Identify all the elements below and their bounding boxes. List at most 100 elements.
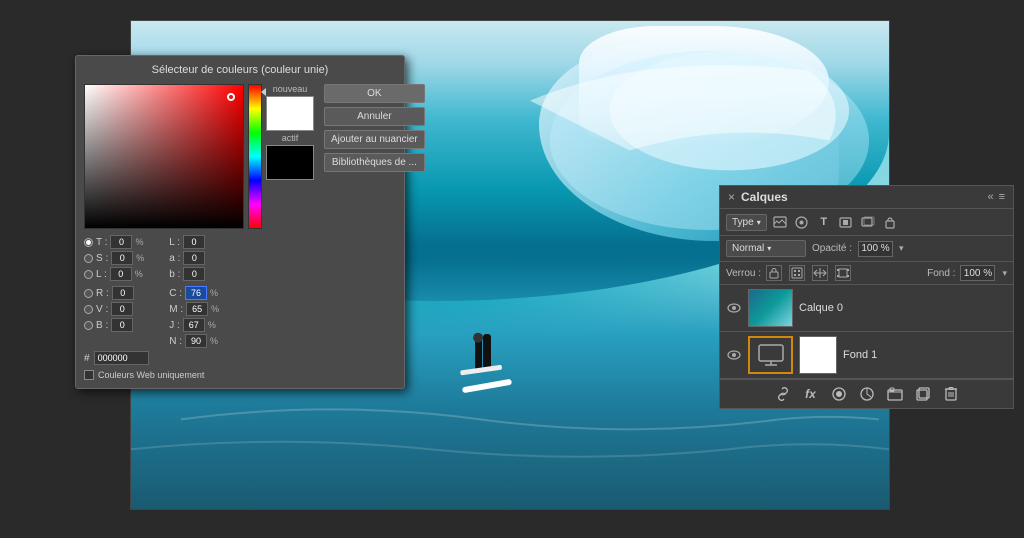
layer-name-fond1: Fond 1 bbox=[843, 349, 877, 361]
web-colors-checkbox[interactable] bbox=[84, 370, 94, 380]
T-label: T : bbox=[96, 237, 107, 248]
collapse-icon[interactable]: « bbox=[987, 191, 993, 203]
layer-icon-smart[interactable] bbox=[859, 213, 877, 231]
web-colors-label: Couleurs Web uniquement bbox=[98, 370, 204, 380]
radio-V[interactable] bbox=[84, 305, 93, 314]
opacity-chevron-icon[interactable]: ▾ bbox=[899, 243, 904, 254]
layers-close-button[interactable]: × bbox=[728, 190, 735, 204]
add-mask-icon[interactable] bbox=[830, 385, 848, 403]
layers-panel-header: × Calques « ≡ bbox=[720, 186, 1013, 209]
layer-thumb-calque0 bbox=[748, 289, 793, 327]
layer-name-calque0: Calque 0 bbox=[799, 302, 843, 314]
a-label: a : bbox=[169, 253, 180, 264]
fond-label: Fond : bbox=[927, 268, 955, 279]
eye-icon-fond1[interactable] bbox=[726, 347, 742, 363]
M-pct: % bbox=[211, 304, 219, 314]
layers-menu-icon[interactable]: ≡ bbox=[999, 191, 1005, 203]
lock-row: Verrou : Fond : ▾ bbox=[720, 262, 1013, 285]
V-input[interactable] bbox=[111, 302, 133, 316]
new-color-swatch bbox=[266, 96, 314, 131]
C-label: C : bbox=[169, 288, 182, 299]
hex-label: # bbox=[84, 353, 90, 364]
b-label: b : bbox=[169, 269, 180, 280]
link-layers-icon[interactable] bbox=[774, 385, 792, 403]
opacity-input[interactable] bbox=[858, 241, 893, 257]
adjustment-icon[interactable] bbox=[858, 385, 876, 403]
layers-toolbar: Type ▾ T bbox=[720, 209, 1013, 236]
S-pct: % bbox=[136, 253, 144, 263]
layer-icon-lock[interactable] bbox=[881, 213, 899, 231]
S-input[interactable] bbox=[111, 251, 133, 265]
color-picker-title: Sélecteur de couleurs (couleur unie) bbox=[84, 64, 396, 76]
N-input[interactable] bbox=[185, 334, 207, 348]
opacity-label: Opacité : bbox=[812, 243, 852, 254]
T-input[interactable] bbox=[110, 235, 132, 249]
blend-mode-label: Normal bbox=[732, 243, 764, 254]
layer-item-calque0[interactable]: Calque 0 bbox=[720, 285, 1013, 332]
S-label: S : bbox=[96, 253, 108, 264]
b-input[interactable] bbox=[183, 267, 205, 281]
delete-layer-icon[interactable] bbox=[942, 385, 960, 403]
N-pct: % bbox=[210, 336, 218, 346]
M-input[interactable] bbox=[186, 302, 208, 316]
fond-chevron-icon[interactable]: ▾ bbox=[1002, 268, 1007, 279]
hue-strip[interactable] bbox=[248, 84, 262, 229]
active-color-swatch bbox=[266, 145, 314, 180]
radio-S[interactable] bbox=[84, 254, 93, 263]
fx-icon[interactable]: fx bbox=[802, 385, 820, 403]
radio-B[interactable] bbox=[84, 321, 93, 330]
R-input[interactable] bbox=[112, 286, 134, 300]
radio-R[interactable] bbox=[84, 289, 93, 298]
fond-input[interactable] bbox=[960, 265, 995, 281]
C-pct: % bbox=[210, 288, 218, 298]
radio-T[interactable] bbox=[84, 238, 93, 247]
M-label: M : bbox=[169, 304, 183, 315]
radio-L[interactable] bbox=[84, 270, 93, 279]
layers-panel: × Calques « ≡ Type ▾ T Normal ▾ bbox=[719, 185, 1014, 409]
ok-button[interactable]: OK bbox=[324, 84, 425, 103]
monitor-icon bbox=[757, 344, 785, 366]
L-pct: % bbox=[135, 269, 143, 279]
hex-input[interactable] bbox=[94, 351, 149, 365]
lock-artboard-icon[interactable] bbox=[835, 265, 851, 281]
layers-title: Calques bbox=[741, 190, 987, 204]
L-input[interactable] bbox=[110, 267, 132, 281]
layer-icon-text[interactable]: T bbox=[815, 213, 833, 231]
surfer-silhouette bbox=[472, 329, 502, 389]
lock-move-icon[interactable] bbox=[812, 265, 828, 281]
J-label: J : bbox=[169, 320, 180, 331]
blend-chevron-icon: ▾ bbox=[767, 244, 771, 253]
L-label: L : bbox=[96, 269, 107, 280]
layer-icon-mask[interactable] bbox=[837, 213, 855, 231]
T-pct: % bbox=[135, 237, 143, 247]
Lstar-input[interactable] bbox=[183, 235, 205, 249]
blend-mode-dropdown[interactable]: Normal ▾ bbox=[726, 240, 806, 257]
verrou-label: Verrou : bbox=[726, 268, 761, 279]
a-input[interactable] bbox=[183, 251, 205, 265]
layers-bottom-toolbar: fx bbox=[720, 379, 1013, 408]
color-gradient-picker[interactable] bbox=[84, 84, 244, 229]
J-pct: % bbox=[208, 320, 216, 330]
lock-all-icon[interactable] bbox=[766, 265, 782, 281]
add-swatch-button[interactable]: Ajouter au nuancier bbox=[324, 130, 425, 149]
N-label: N : bbox=[169, 336, 182, 347]
cancel-button[interactable]: Annuler bbox=[324, 107, 425, 126]
blend-opacity-row: Normal ▾ Opacité : ▾ bbox=[720, 236, 1013, 262]
libraries-button[interactable]: Bibliothèques de ... bbox=[324, 153, 425, 172]
J-input[interactable] bbox=[183, 318, 205, 332]
group-layers-icon[interactable] bbox=[886, 385, 904, 403]
lock-pixels-icon[interactable] bbox=[789, 265, 805, 281]
chevron-down-icon: ▾ bbox=[757, 218, 761, 227]
color-picker-dialog: Sélecteur de couleurs (couleur unie) nou… bbox=[75, 55, 405, 389]
B-label: B : bbox=[96, 320, 108, 331]
new-layer-icon[interactable] bbox=[914, 385, 932, 403]
layer-item-fond1[interactable]: Fond 1 bbox=[720, 332, 1013, 379]
layer-icon-image[interactable] bbox=[771, 213, 789, 231]
C-input[interactable] bbox=[185, 286, 207, 300]
Lstar-label: L : bbox=[169, 237, 180, 248]
V-label: V : bbox=[96, 304, 108, 315]
layer-icon-circle[interactable] bbox=[793, 213, 811, 231]
B-input[interactable] bbox=[111, 318, 133, 332]
type-dropdown[interactable]: Type ▾ bbox=[726, 214, 767, 231]
eye-icon-calque0[interactable] bbox=[726, 300, 742, 316]
